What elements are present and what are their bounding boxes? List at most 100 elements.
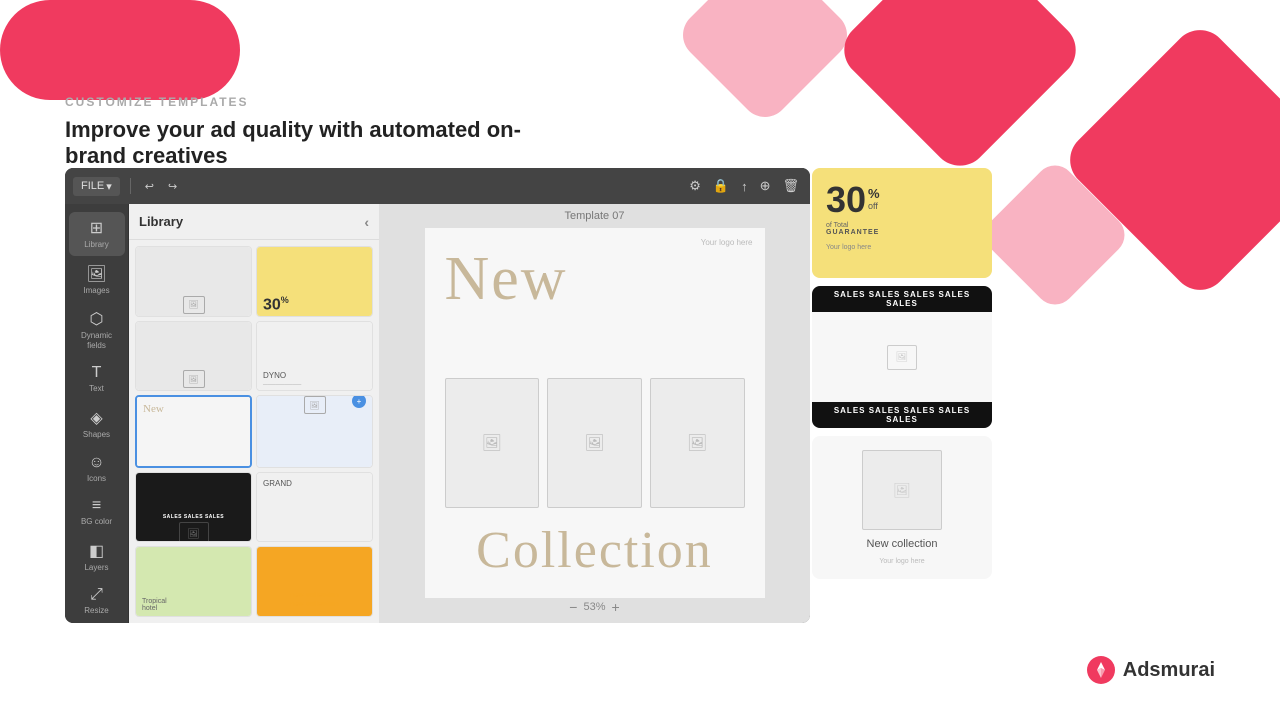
deco-shape-red-top-right — [833, 0, 1088, 177]
sales-banner-1b: SALES SALES SALES SALES SALES — [812, 402, 992, 428]
template-thumb-2[interactable]: 30% — [256, 246, 373, 317]
layers-icon: ◧ — [89, 541, 104, 561]
adsmurai-logo-icon — [1087, 656, 1115, 684]
sidebar-item-layers[interactable]: ◧ Layers — [69, 535, 125, 579]
template-thumb-5[interactable]: New Collection — [135, 395, 252, 468]
text-icon: T — [92, 364, 102, 382]
deco-shape-pink-top — [673, 0, 857, 127]
canvas-area: Template 07 Your logo here New 🖼 🖼 🖼 Col… — [379, 204, 810, 623]
editor-toolbar: FILE ▾ ↩ ↪ ⚙ 🔒 ↑ ⊕ 🗑 — [65, 168, 810, 204]
thumb-placeholder-1: 🖼 — [183, 296, 205, 314]
deco-shape-pink-bottom — [0, 0, 240, 100]
zoom-percent: 53% — [583, 601, 605, 613]
header-title: Improve your ad quality with automated o… — [65, 117, 565, 169]
thumb-new-collection-text-10: new collection — [290, 592, 338, 599]
upload-icon[interactable]: ↑ — [738, 176, 751, 197]
library-header: Library ‹ — [129, 204, 379, 240]
preview-discount-number: 30 — [826, 182, 866, 218]
library-icon: ⊞ — [90, 218, 103, 238]
template-thumb-1[interactable]: 🖼 — [135, 246, 252, 317]
images-icon: 🖼 — [86, 264, 106, 284]
dynamic-icon: ⬡ — [90, 309, 104, 329]
template-thumb-6[interactable]: + 🖼 — [256, 395, 373, 468]
canvas-content[interactable]: Your logo here New 🖼 🖼 🖼 Collection — [425, 228, 765, 598]
sidebar-label-icons: Icons — [87, 474, 106, 484]
canvas-images-row: 🖼 🖼 🖼 — [445, 378, 745, 508]
sidebar-icons: ⊞ Library 🖼 Images ⬡ Dynamic fields T Te… — [65, 204, 129, 623]
thumb-new-collection-text-10b: new collection — [290, 601, 338, 608]
canvas-new-text: New — [445, 248, 568, 310]
sidebar-label-layers: Layers — [84, 563, 108, 573]
preview-logo-placeholder: Your logo here — [826, 244, 978, 251]
library-panel: Library ‹ 🖼 30% — [129, 204, 379, 623]
lock-icon[interactable]: 🔒 — [710, 175, 732, 197]
canvas-template-name: Template 07 — [565, 210, 625, 222]
sidebar-label-resize: Resize — [84, 606, 108, 616]
bgcolor-icon: ≡ — [92, 497, 101, 515]
sales-image-area-1: 🖼 — [812, 312, 992, 402]
template-thumb-8[interactable]: GRAND 30% — [256, 472, 373, 543]
thumb-discount-label: 30% — [263, 295, 289, 314]
settings-icon[interactable]: ⚙ — [686, 175, 704, 197]
sidebar-item-bgcolor[interactable]: ≡ BG color — [69, 491, 125, 533]
library-close-button[interactable]: ‹ — [364, 214, 369, 230]
template-thumb-10[interactable]: new collection new collection new collec… — [256, 546, 373, 617]
new-coll-label: New collection — [867, 538, 938, 550]
template-thumb-7[interactable]: SALES SALES SALES 🖼 — [135, 472, 252, 543]
template-thumb-9[interactable]: Tropicalhotel — [135, 546, 252, 617]
sales-img-placeholder-1: 🖼 — [887, 345, 917, 370]
icons-icon: ☺ — [88, 454, 104, 472]
sidebar-label-images: Images — [83, 286, 109, 296]
sidebar-item-library[interactable]: ⊞ Library — [69, 212, 125, 256]
delete-icon[interactable]: 🗑 — [779, 175, 802, 197]
right-panel: 30 % off of Total GUARANTEE Your logo he… — [812, 168, 992, 579]
thumb-tropical-text: Tropicalhotel — [142, 598, 167, 612]
sidebar-item-images[interactable]: 🖼 Images — [69, 258, 125, 302]
thumb-placeholder-3: 🖼 — [183, 370, 205, 388]
canvas-image-placeholder-1[interactable]: 🖼 — [445, 378, 540, 508]
preview-total-label: of Total — [826, 222, 978, 229]
preview-card-new-collection[interactable]: 🖼 New collection Your logo here — [812, 436, 992, 579]
duplicate-icon[interactable]: ⊕ — [757, 175, 774, 197]
header-subtitle: CUSTOMIZE TEMPLATES — [65, 95, 565, 109]
sidebar-item-text[interactable]: T Text — [69, 358, 125, 400]
header-section: CUSTOMIZE TEMPLATES Improve your ad qual… — [65, 95, 565, 169]
adsmurai-branding: Adsmurai — [1087, 656, 1215, 684]
thumb-placeholder-6: 🖼 — [304, 396, 326, 414]
adsmurai-name: Adsmurai — [1123, 659, 1215, 682]
sidebar-label-library: Library — [84, 240, 108, 250]
redo-button[interactable]: ↪ — [164, 178, 181, 195]
editor-body: ⊞ Library 🖼 Images ⬡ Dynamic fields T Te… — [65, 204, 810, 623]
sidebar-label-text: Text — [89, 384, 104, 394]
undo-button[interactable]: ↩ — [141, 178, 158, 195]
sidebar-item-shapes[interactable]: ◈ Shapes — [69, 402, 125, 446]
preview-off-label: off — [868, 201, 880, 211]
preview-card-sales-1[interactable]: SALES SALES SALES SALES SALES 🖼 SALES SA… — [812, 286, 992, 428]
file-menu-button[interactable]: FILE ▾ — [73, 177, 120, 196]
library-title: Library — [139, 214, 183, 229]
canvas-image-placeholder-3[interactable]: 🖼 — [650, 378, 745, 508]
canvas-zoom-bar: − 53% + — [569, 599, 619, 615]
resize-icon: ⤢ — [90, 586, 103, 604]
zoom-in-button[interactable]: + — [612, 599, 620, 615]
template-library-grid: 🖼 30% 🖼 — [129, 240, 379, 623]
canvas-image-placeholder-2[interactable]: 🖼 — [547, 378, 642, 508]
sidebar-label-bgcolor: BG color — [81, 517, 112, 527]
template-thumb-3[interactable]: 🖼 — [135, 321, 252, 392]
toolbar-divider-1 — [130, 178, 131, 194]
shapes-icon: ◈ — [90, 408, 102, 428]
sidebar-item-resize[interactable]: ⤢ Resize — [69, 580, 125, 622]
sidebar-item-icons[interactable]: ☺ Icons — [69, 448, 125, 490]
sidebar-item-dynamic[interactable]: ⬡ Dynamic fields — [69, 303, 125, 356]
preview-card-yellow[interactable]: 30 % off of Total GUARANTEE Your logo he… — [812, 168, 992, 278]
zoom-out-button[interactable]: − — [569, 599, 577, 615]
sidebar-label-dynamic: Dynamic fields — [73, 331, 121, 350]
new-coll-logo: Your logo here — [879, 558, 924, 565]
sales-banner-1: SALES SALES SALES SALES SALES — [812, 286, 992, 312]
sidebar-label-shapes: Shapes — [83, 430, 110, 440]
canvas-logo-text: Your logo here — [701, 238, 753, 247]
thumb-new-collection-text-10c: new collection — [290, 610, 338, 617]
new-coll-img-placeholder: 🖼 — [862, 450, 942, 530]
template-thumb-4[interactable]: DYNO ───────── — [256, 321, 373, 392]
preview-guarantee-label: GUARANTEE — [826, 229, 978, 236]
